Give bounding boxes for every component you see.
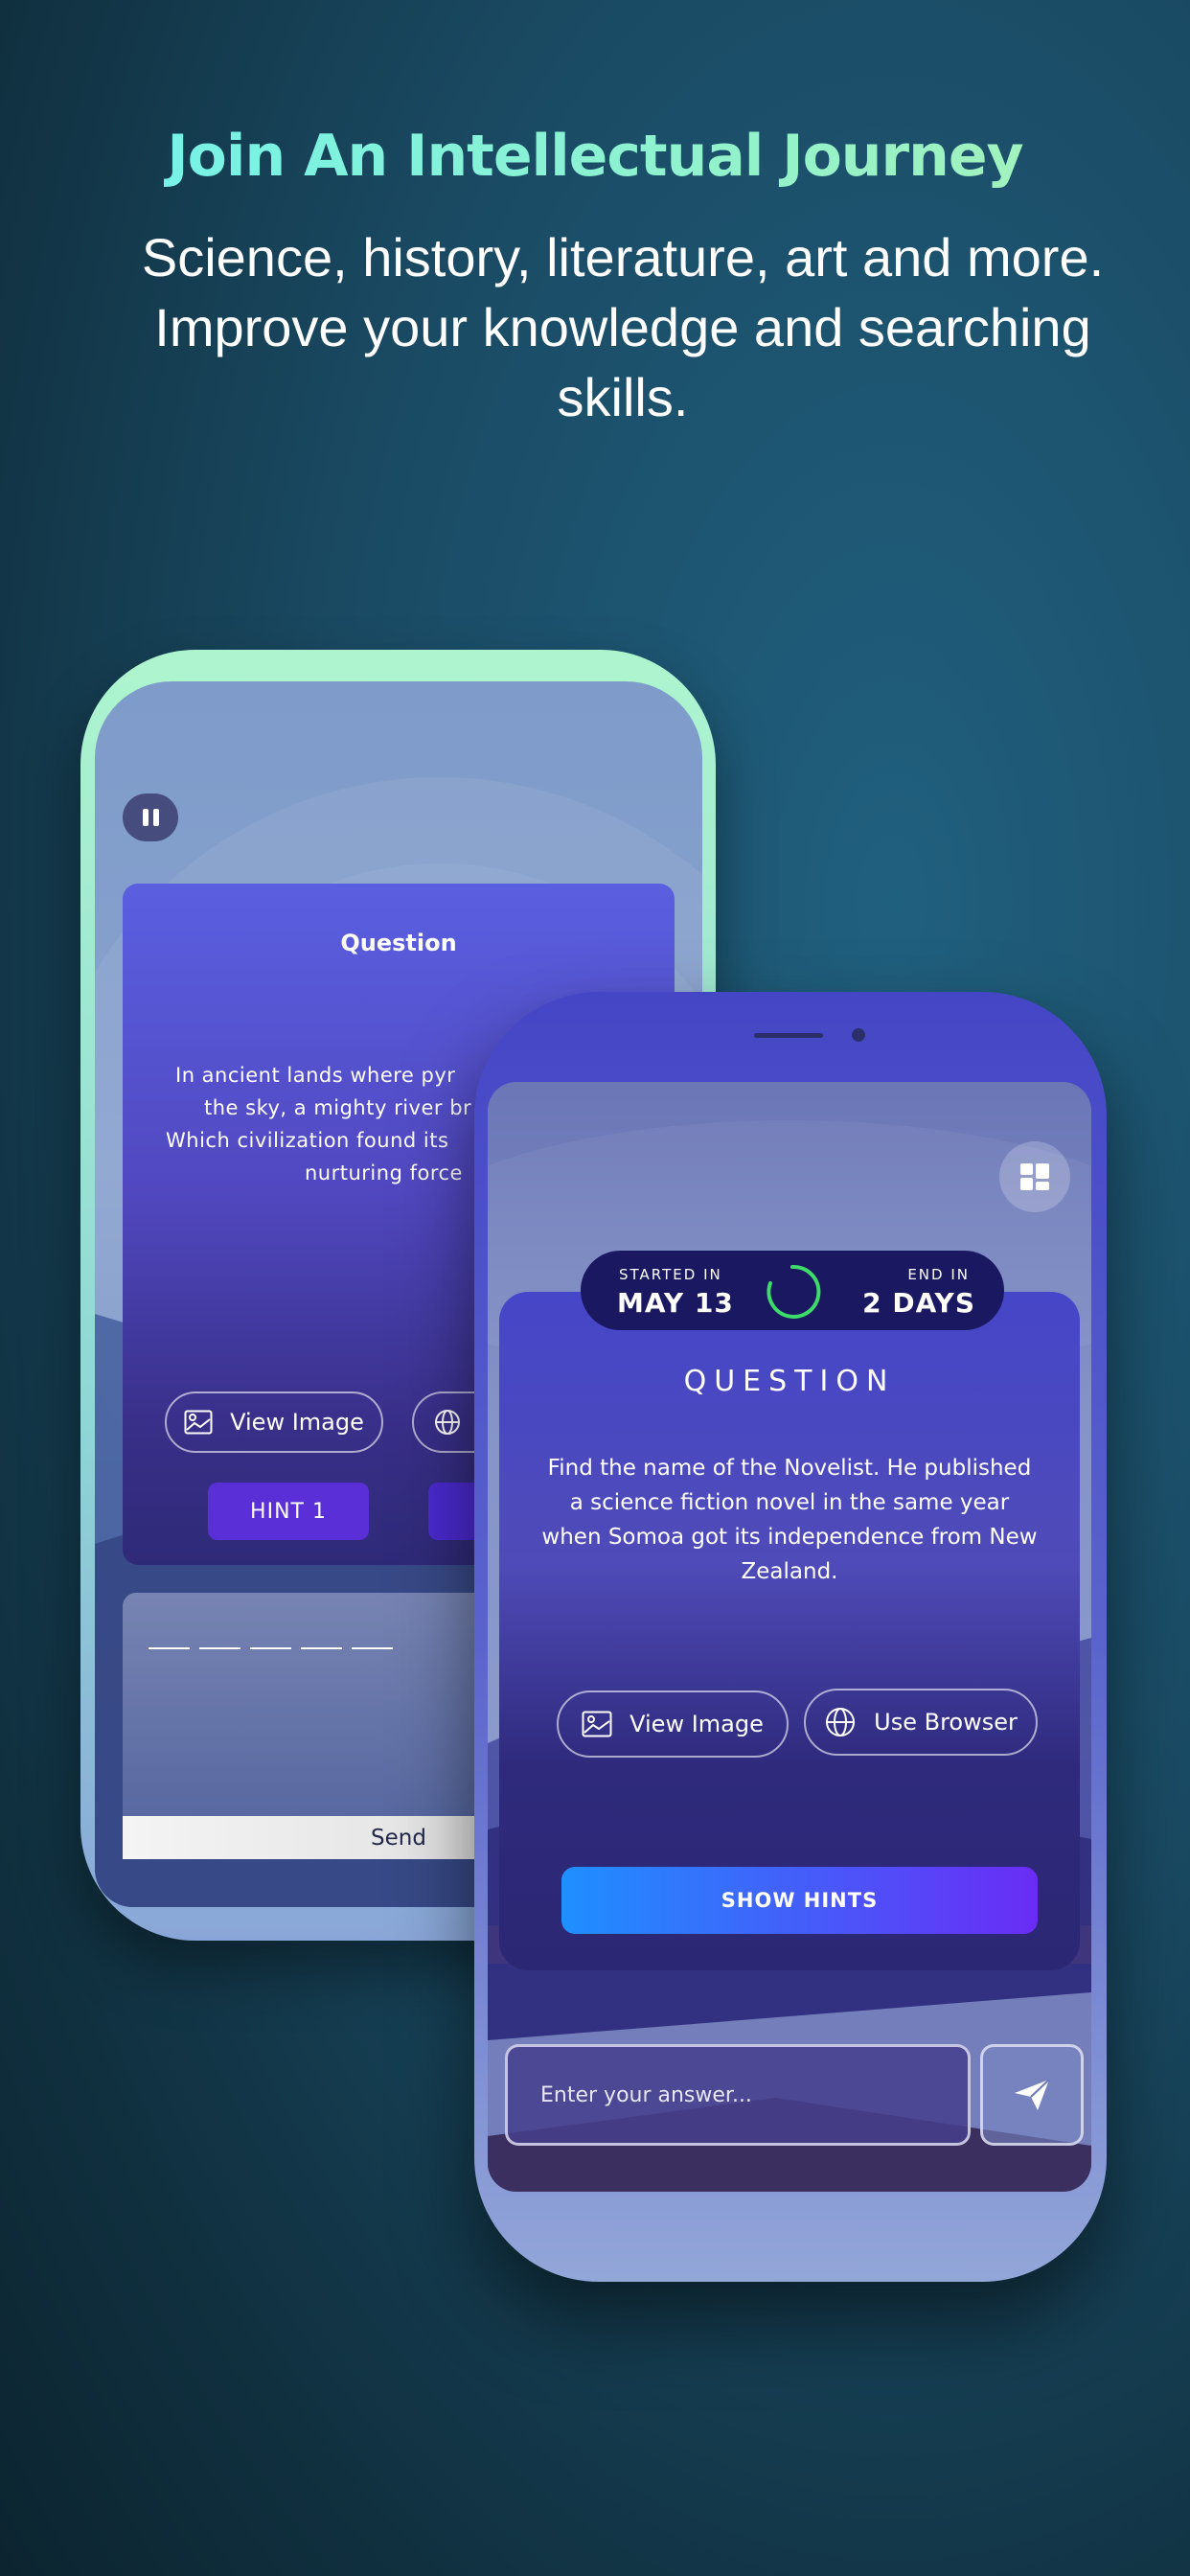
send-answer-button[interactable] xyxy=(980,2044,1084,2146)
front-phone-mockup: QUESTION Find the name of the Novelist. … xyxy=(474,992,1107,2282)
show-hints-button[interactable]: SHOW HINTS xyxy=(561,1867,1038,1934)
pause-icon xyxy=(142,809,159,826)
headline: Join An Intellectual Journey xyxy=(0,123,1190,190)
globe-icon xyxy=(435,1410,460,1435)
send-label: Send xyxy=(371,1825,426,1851)
view-image-label: View Image xyxy=(629,1711,764,1737)
hint-1-button[interactable]: HINT 1 xyxy=(208,1483,369,1540)
use-browser-button[interactable]: Use Browser xyxy=(804,1689,1038,1756)
view-image-button[interactable]: View Image xyxy=(165,1392,383,1453)
timer-ring-icon xyxy=(767,1264,821,1319)
question-card: QUESTION Find the name of the Novelist. … xyxy=(499,1292,1080,1970)
end-label: END IN xyxy=(907,1266,970,1283)
image-icon xyxy=(184,1410,213,1435)
front-phone-screen: QUESTION Find the name of the Novelist. … xyxy=(488,1082,1091,2192)
question-title: Question xyxy=(340,930,457,956)
speaker-grille xyxy=(754,1033,823,1038)
image-icon xyxy=(582,1711,612,1737)
answer-slots xyxy=(149,1647,393,1649)
started-value: MAY 13 xyxy=(617,1287,734,1319)
subheadline: Science, history, literature, art and mo… xyxy=(141,227,1105,427)
grid-icon xyxy=(1020,1163,1049,1190)
pause-button[interactable] xyxy=(123,794,178,841)
view-image-label: View Image xyxy=(230,1409,364,1436)
started-label: STARTED IN xyxy=(619,1266,722,1283)
front-camera xyxy=(852,1028,865,1042)
use-browser-label: Use Browser xyxy=(874,1709,1018,1736)
answer-input[interactable] xyxy=(505,2044,971,2146)
globe-icon xyxy=(826,1708,856,1736)
menu-button[interactable] xyxy=(999,1141,1070,1212)
send-icon xyxy=(1015,2079,1050,2110)
question-text: Find the name of the Novelist. He publis… xyxy=(541,1456,1038,1584)
timer-pill: STARTED IN MAY 13 END IN 2 DAYS xyxy=(581,1251,1004,1330)
show-hints-label: SHOW HINTS xyxy=(721,1889,879,1912)
question-title: QUESTION xyxy=(683,1365,896,1398)
end-value: 2 DAYS xyxy=(862,1287,975,1319)
view-image-button[interactable]: View Image xyxy=(557,1690,789,1758)
